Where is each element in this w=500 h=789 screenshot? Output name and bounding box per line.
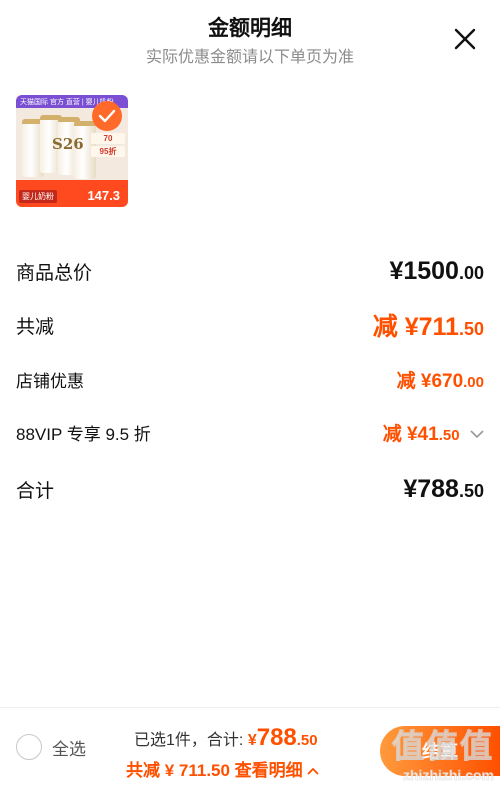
selected-summary: 已选1件，合计: ¥788.50 (134, 724, 318, 751)
product-side-tags: 70 95折 (91, 133, 125, 159)
product-thumbnail[interactable]: 天猫国际 官方 直营 | 婴儿奶粉 S26 70 95折 婴儿奶粉 147.3 (16, 95, 128, 207)
page-subtitle: 实际优惠金额请以下单页为准 (145, 49, 354, 66)
close-button[interactable] (452, 26, 478, 52)
side-tag: 70 (91, 133, 125, 144)
total-discount-label: 共减 (16, 316, 55, 338)
bottom-total: ¥788.50 (247, 724, 318, 751)
product-price: 147.3 (87, 188, 120, 203)
amount-detail-sheet: 金额明细 实际优惠金额请以下单页为准 天猫国际 官方 直营 | 婴儿奶粉 S26… (0, 0, 500, 789)
vip-discount-amount: 减 ¥41.50 (383, 419, 484, 446)
select-all-label: 全选 (52, 739, 86, 759)
vip-discount-label: 88VIP 专享 9.5 折 (16, 424, 151, 444)
view-details-link[interactable]: 共减 ¥ 711.50 查看明细 (126, 756, 320, 781)
select-all-toggle[interactable]: 全选 (16, 734, 86, 760)
row-vip-discount[interactable]: 88VIP 专享 9.5 折 减 ¥41.50 (16, 417, 484, 447)
selected-check-icon[interactable] (92, 101, 122, 131)
site-watermark: 值值值 zhizhizhi.com (391, 728, 494, 784)
product-category-tag: 婴儿奶粉 (19, 190, 57, 203)
select-all-radio[interactable] (16, 734, 42, 760)
grand-total-label: 合计 (16, 480, 55, 502)
grand-total-amount: ¥788.50 (403, 474, 484, 503)
page-title: 金额明细 (208, 17, 292, 40)
chevron-down-icon[interactable] (470, 426, 484, 444)
sheet-header: 金额明细 实际优惠金额请以下单页为准 (0, 0, 500, 78)
product-brand-label: S26 (52, 135, 84, 153)
side-tag: 95折 (91, 146, 125, 157)
row-total-discount: 共减 减 ¥711.50 (16, 308, 484, 342)
shop-discount-amount: 减 ¥670.00 (396, 370, 484, 392)
total-discount-amount: 减 ¥711.50 (372, 313, 484, 341)
product-price-strip: 婴儿奶粉 147.3 (16, 180, 128, 207)
total-goods-amount: ¥1500.00 (389, 256, 484, 285)
close-icon (454, 28, 476, 50)
total-goods-label: 商品总价 (16, 262, 93, 284)
chevron-up-icon (307, 761, 320, 780)
row-grand-total: 合计 ¥788.50 (16, 472, 484, 506)
shop-discount-label: 店铺优惠 (16, 371, 84, 391)
row-shop-discount: 店铺优惠 减 ¥670.00 (16, 364, 484, 394)
row-total-goods: 商品总价 ¥1500.00 (16, 254, 484, 288)
checkout-bar: 全选 已选1件，合计: ¥788.50 共减 ¥ 711.50 查看明细 结算 … (0, 707, 500, 789)
